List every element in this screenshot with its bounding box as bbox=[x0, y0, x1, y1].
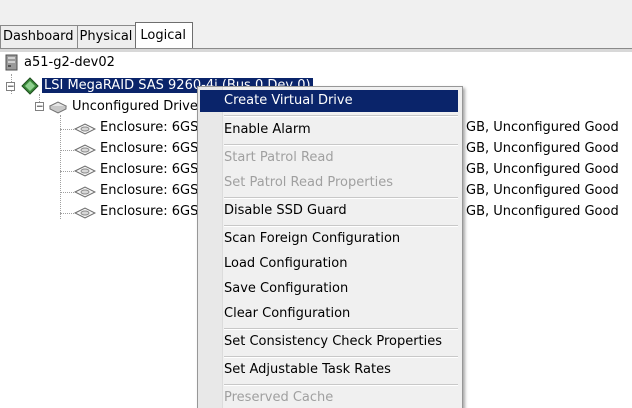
tree-line bbox=[60, 171, 74, 172]
menu-item-save-configuration[interactable]: Save Configuration bbox=[200, 278, 458, 300]
menu-separator bbox=[224, 144, 458, 146]
menu-item-clear-configuration[interactable]: Clear Configuration bbox=[200, 303, 458, 325]
menu-separator bbox=[224, 328, 458, 330]
tree-node-drive[interactable]: Enclosure: 6GS bbox=[74, 118, 200, 138]
collapse-toggle[interactable]: − bbox=[35, 102, 44, 112]
hard-drive-icon bbox=[74, 207, 96, 219]
drive-status: GB, Unconfigured Good bbox=[466, 183, 619, 198]
drive-label: Enclosure: 6GS bbox=[100, 183, 199, 198]
tab-physical[interactable]: Physical bbox=[76, 25, 137, 48]
group-label: Unconfigured Drives bbox=[72, 99, 205, 114]
menu-separator bbox=[224, 115, 458, 117]
drive-label: Enclosure: 6GS bbox=[100, 120, 199, 135]
tab-logical[interactable]: Logical bbox=[135, 22, 193, 48]
tab-dashboard[interactable]: Dashboard bbox=[0, 25, 78, 48]
tree-line bbox=[60, 129, 74, 130]
menu-item-set-adjustable-task-rates[interactable]: Set Adjustable Task Rates bbox=[200, 359, 458, 381]
tree-line bbox=[60, 192, 74, 193]
hard-drive-icon bbox=[74, 165, 96, 177]
menu-item-scan-foreign-configuration[interactable]: Scan Foreign Configuration bbox=[200, 228, 458, 250]
menu-separator bbox=[224, 197, 458, 199]
menu-item-start-patrol-read[interactable]: Start Patrol Read bbox=[200, 147, 458, 169]
tree-node-unconfigured-drives[interactable]: Unconfigured Drives bbox=[48, 97, 207, 117]
menu-item-load-configuration[interactable]: Load Configuration bbox=[200, 253, 458, 275]
tree-node-drive[interactable]: Enclosure: 6GS bbox=[74, 160, 200, 180]
tree-node-drive[interactable]: Enclosure: 6GS bbox=[74, 181, 200, 201]
storage-manager-window: Dashboard Physical Logical a51-g2-dev02 … bbox=[0, 0, 632, 408]
host-label: a51-g2-dev02 bbox=[24, 55, 115, 70]
drive-status: GB, Unconfigured Good bbox=[466, 141, 619, 156]
menu-item-preserved-cache[interactable]: Preserved Cache bbox=[200, 387, 458, 408]
hard-drive-icon bbox=[74, 186, 96, 198]
tree-line bbox=[60, 150, 74, 151]
hard-drive-icon bbox=[74, 144, 96, 156]
menu-item-disable-ssd-guard[interactable]: Disable SSD Guard bbox=[200, 200, 458, 222]
tree-line bbox=[60, 115, 61, 219]
collapse-toggle[interactable]: − bbox=[6, 82, 15, 92]
hard-drive-icon bbox=[74, 123, 96, 135]
menu-separator bbox=[224, 384, 458, 386]
menu-separator bbox=[224, 356, 458, 358]
menu-item-create-virtual-drive[interactable]: Create Virtual Drive bbox=[200, 90, 458, 112]
tree-node-drive[interactable]: Enclosure: 6GS bbox=[74, 139, 200, 159]
drive-status: GB, Unconfigured Good bbox=[466, 204, 619, 219]
drive-label: Enclosure: 6GS bbox=[100, 162, 199, 177]
server-icon bbox=[5, 54, 18, 71]
tree-node-host[interactable]: a51-g2-dev02 bbox=[4, 53, 117, 73]
drive-label: Enclosure: 6GS bbox=[100, 204, 199, 219]
menu-item-enable-alarm[interactable]: Enable Alarm bbox=[200, 119, 458, 141]
drive-status: GB, Unconfigured Good bbox=[466, 120, 619, 135]
drive-status: GB, Unconfigured Good bbox=[466, 162, 619, 177]
tree-line bbox=[60, 213, 74, 214]
raid-controller-icon bbox=[21, 77, 39, 95]
menu-item-set-patrol-read-properties[interactable]: Set Patrol Read Properties bbox=[200, 172, 458, 194]
menu-item-set-consistency-check-properties[interactable]: Set Consistency Check Properties bbox=[200, 331, 458, 353]
drive-group-icon bbox=[48, 101, 68, 114]
menu-separator bbox=[224, 225, 458, 227]
tree-node-drive[interactable]: Enclosure: 6GS bbox=[74, 202, 200, 222]
context-menu: Create Virtual Drive Enable Alarm Start … bbox=[197, 86, 463, 408]
drive-label: Enclosure: 6GS bbox=[100, 141, 199, 156]
view-tabs: Dashboard Physical Logical bbox=[0, 22, 193, 48]
